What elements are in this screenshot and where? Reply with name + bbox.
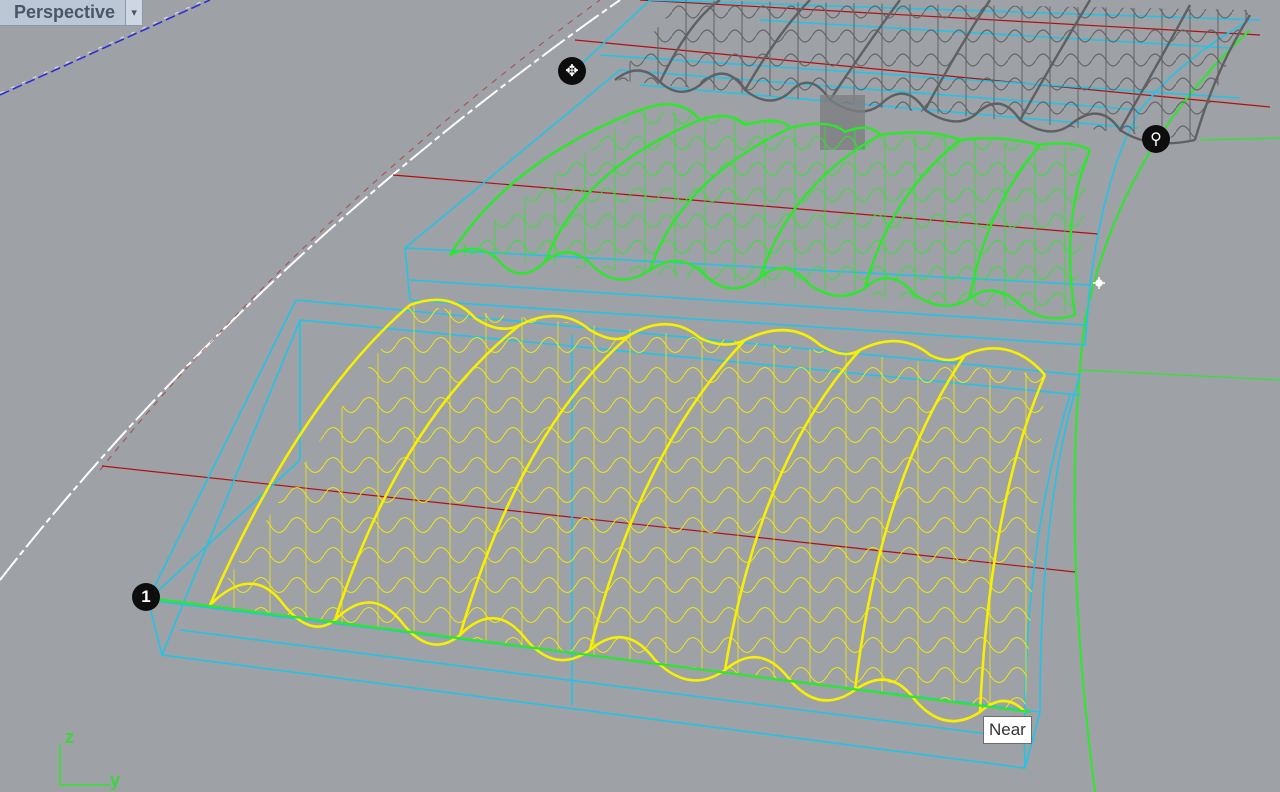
perspective-viewport[interactable]: Perspective ▾ 1 ✥ ⚲ z y Near xyxy=(0,0,1280,792)
green-vault-structure xyxy=(448,103,1092,320)
viewport-title[interactable]: Perspective xyxy=(0,0,125,25)
marker-1-label: 1 xyxy=(141,587,151,606)
viewport-title-tab[interactable]: Perspective ▾ xyxy=(0,0,144,26)
viewport-menu-dropdown-icon[interactable]: ▾ xyxy=(125,0,143,25)
green-profile-curve xyxy=(1073,29,1280,792)
gumball-handle-icon[interactable]: ✥ xyxy=(558,57,586,85)
marker-1[interactable]: 1 xyxy=(132,583,160,611)
y-axis-label: y xyxy=(110,770,121,790)
z-axis-label: z xyxy=(65,727,74,747)
camera-target-glyph: ⚲ xyxy=(1150,131,1162,148)
world-axes-icon xyxy=(59,745,110,786)
osnap-tooltip: Near xyxy=(983,716,1032,744)
camera-target-icon[interactable]: ⚲ xyxy=(1142,125,1170,153)
gumball-handle-glyph: ✥ xyxy=(565,63,579,80)
viewport-canvas xyxy=(0,0,1280,792)
